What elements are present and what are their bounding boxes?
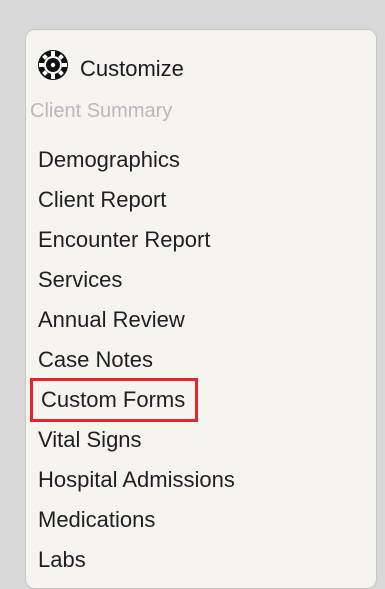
menu-item-client-report[interactable]: Client Report bbox=[38, 180, 235, 220]
menu-item-encounter-report[interactable]: Encounter Report bbox=[38, 220, 235, 260]
client-summary-menu: Demographics Client Report Encounter Rep… bbox=[30, 140, 235, 580]
menu-item-hospital-admissions[interactable]: Hospital Admissions bbox=[38, 460, 235, 500]
customize-panel: Customize Client Summary Demographics Cl… bbox=[25, 29, 377, 589]
menu-item-annual-review[interactable]: Annual Review bbox=[38, 300, 235, 340]
customize-label: Customize bbox=[80, 56, 184, 81]
client-summary-label: Client Summary bbox=[30, 100, 173, 122]
customize-header[interactable]: Customize bbox=[36, 48, 184, 82]
menu-item-demographics[interactable]: Demographics bbox=[38, 140, 235, 180]
gear-icon[interactable] bbox=[36, 48, 70, 82]
menu-item-medications[interactable]: Medications bbox=[38, 500, 235, 540]
menu-item-vital-signs[interactable]: Vital Signs bbox=[38, 420, 235, 460]
menu-item-custom-forms[interactable]: Custom Forms bbox=[30, 378, 199, 422]
menu-item-services[interactable]: Services bbox=[38, 260, 235, 300]
menu-item-case-notes[interactable]: Case Notes bbox=[38, 340, 235, 380]
menu-item-labs[interactable]: Labs bbox=[38, 540, 235, 580]
